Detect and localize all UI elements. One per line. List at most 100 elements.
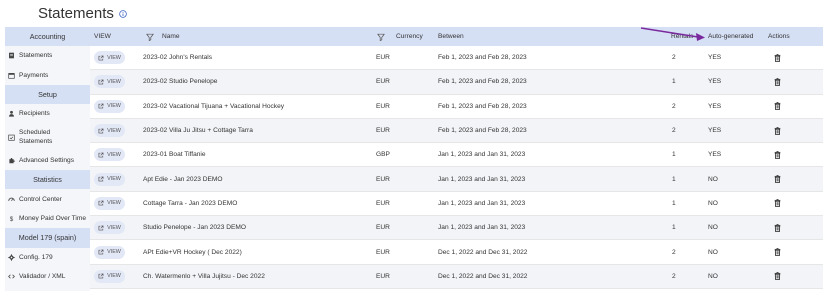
delete-icon[interactable] <box>774 46 781 69</box>
currency-cell: EUR <box>376 248 390 256</box>
view-cell: VIEW <box>94 167 125 190</box>
view-button[interactable]: VIEW <box>94 99 125 113</box>
view-button-label: VIEW <box>107 103 121 110</box>
table-header: VIEW Name Currency Between Rentals Auto-… <box>90 27 823 46</box>
sidebar-item-label: Validador / XML <box>19 273 66 281</box>
sidebar-section-model-179-spain[interactable]: Model 179 (spain) <box>5 228 90 248</box>
sidebar-item-label: Control Center <box>19 195 62 203</box>
view-button-label: VIEW <box>107 151 121 158</box>
statement-name: 2023-02 John's Rentals <box>143 54 213 62</box>
delete-icon[interactable] <box>774 192 781 215</box>
open-external-icon <box>98 79 104 85</box>
open-external-icon <box>98 55 104 61</box>
between-cell: Dec 1, 2022 and Dec 31, 2022 <box>438 248 528 256</box>
sidebar-item-scheduled-statements[interactable]: Scheduled Statements <box>5 124 90 151</box>
sidebar-item-recipients[interactable]: Recipients <box>5 104 90 123</box>
statement-name: Cottage Tarra - Jan 2023 DEMO <box>143 199 238 207</box>
delete-icon[interactable] <box>774 119 781 142</box>
delete-icon[interactable] <box>774 240 781 263</box>
view-button-label: VIEW <box>107 127 121 134</box>
view-button[interactable]: VIEW <box>94 148 125 162</box>
view-button-label: VIEW <box>107 78 121 85</box>
rentals-cell: 2 <box>672 54 676 62</box>
statement-name: APt Edie+VR Hockey ( Dec 2022) <box>143 248 242 256</box>
view-button[interactable]: VIEW <box>94 269 125 283</box>
column-header-auto-generated[interactable]: Auto-generated <box>708 27 753 46</box>
delete-icon[interactable] <box>774 265 781 288</box>
view-button[interactable]: VIEW <box>94 221 125 235</box>
auto-generated-cell: YES <box>708 102 722 110</box>
sidebar-header-accounting[interactable]: Accounting <box>5 27 90 46</box>
rentals-cell: 1 <box>672 151 676 159</box>
view-cell: VIEW <box>94 95 125 118</box>
column-header-rentals[interactable]: Rentals <box>671 27 693 46</box>
open-external-icon <box>98 249 104 255</box>
table-body: VIEW 2023-02 John's Rentals EUR Feb 1, 2023… <box>90 46 823 289</box>
statement-name: 2023-01 Boat Tiffanie <box>143 151 206 159</box>
sidebar-section-setup[interactable]: Setup <box>5 84 90 105</box>
view-cell: VIEW <box>94 119 125 142</box>
delete-icon[interactable] <box>774 167 781 190</box>
page-header: Statements <box>0 0 828 27</box>
between-cell: Feb 1, 2023 and Feb 28, 2023 <box>438 127 527 135</box>
svg-text:$: $ <box>10 216 14 222</box>
auto-generated-cell: NO <box>708 199 718 207</box>
view-button-label: VIEW <box>107 249 121 256</box>
sidebar-section-statistics[interactable]: Statistics <box>5 169 90 190</box>
sidebar-item-validador-xml[interactable]: Validador / XML <box>5 267 90 286</box>
sidebar-item-statements[interactable]: Statements <box>5 46 90 65</box>
rentals-cell: 2 <box>672 127 676 135</box>
column-header-between[interactable]: Between <box>438 27 464 46</box>
view-button[interactable]: VIEW <box>94 75 125 89</box>
auto-generated-cell: NO <box>708 248 718 256</box>
statement-name: Studio Penelope - Jan 2023 DEMO <box>143 224 246 232</box>
sidebar-item-label: Money Paid Over Time <box>19 214 87 222</box>
table-row: VIEW 2023-02 Studio Penelope EUR Feb 1, 202… <box>90 70 823 95</box>
filter-icon[interactable] <box>146 27 154 46</box>
gauge-icon <box>8 196 15 203</box>
auto-generated-cell: NO <box>708 175 718 183</box>
column-header-name[interactable]: Name <box>162 27 180 46</box>
info-icon[interactable] <box>119 9 127 18</box>
currency-cell: EUR <box>376 175 390 183</box>
code-icon <box>8 273 15 280</box>
view-button[interactable]: VIEW <box>94 124 125 138</box>
column-header-view: VIEW <box>94 33 111 40</box>
open-external-icon <box>98 152 104 158</box>
rentals-cell: 1 <box>672 78 676 86</box>
between-cell: Jan 1, 2023 and Jan 31, 2023 <box>438 151 526 159</box>
between-cell: Feb 1, 2023 and Feb 28, 2023 <box>438 54 527 62</box>
sidebar-item-advanced-settings[interactable]: Advanced Settings <box>5 151 90 170</box>
delete-icon[interactable] <box>774 216 781 239</box>
statement-name: Ch. Watermenlo + Villa Jujitsu - Dec 202… <box>143 272 265 280</box>
rentals-cell: 1 <box>672 175 676 183</box>
column-header-currency[interactable]: Currency <box>396 27 423 46</box>
delete-icon[interactable] <box>774 70 781 93</box>
currency-cell: EUR <box>376 272 390 280</box>
sidebar-item-control-center[interactable]: Control Center <box>5 189 90 208</box>
view-button[interactable]: VIEW <box>94 245 125 259</box>
scheduled-icon <box>8 134 15 141</box>
open-external-icon <box>98 225 104 231</box>
currency-filter-icon[interactable] <box>377 27 385 46</box>
view-cell: VIEW <box>94 192 125 215</box>
sidebar-item-label: Statements <box>19 52 53 60</box>
dollar-icon: $ <box>8 215 15 222</box>
sidebar-item-payments[interactable]: Payments <box>5 65 90 84</box>
delete-icon[interactable] <box>774 143 781 166</box>
sidebar-item-money-paid-over-time[interactable]: $ Money Paid Over Time <box>5 209 90 228</box>
between-cell: Jan 1, 2023 and Jan 31, 2023 <box>438 175 526 183</box>
page-title: Statements <box>38 5 114 22</box>
view-button[interactable]: VIEW <box>94 172 125 186</box>
sidebar-item-label: Config. 179 <box>19 253 53 261</box>
view-button[interactable]: VIEW <box>94 51 125 65</box>
auto-generated-cell: YES <box>708 54 722 62</box>
sidebar-item-config-179[interactable]: Config. 179 <box>5 248 90 267</box>
rentals-cell: 2 <box>672 272 676 280</box>
view-cell: VIEW <box>94 265 125 288</box>
view-button[interactable]: VIEW <box>94 196 125 210</box>
table-row: VIEW Ch. Watermenlo + Villa Jujitsu - Dec… <box>90 264 823 289</box>
sidebar-item-label: Advanced Settings <box>19 156 74 164</box>
delete-icon[interactable] <box>774 95 781 118</box>
view-button-label: VIEW <box>107 200 121 207</box>
